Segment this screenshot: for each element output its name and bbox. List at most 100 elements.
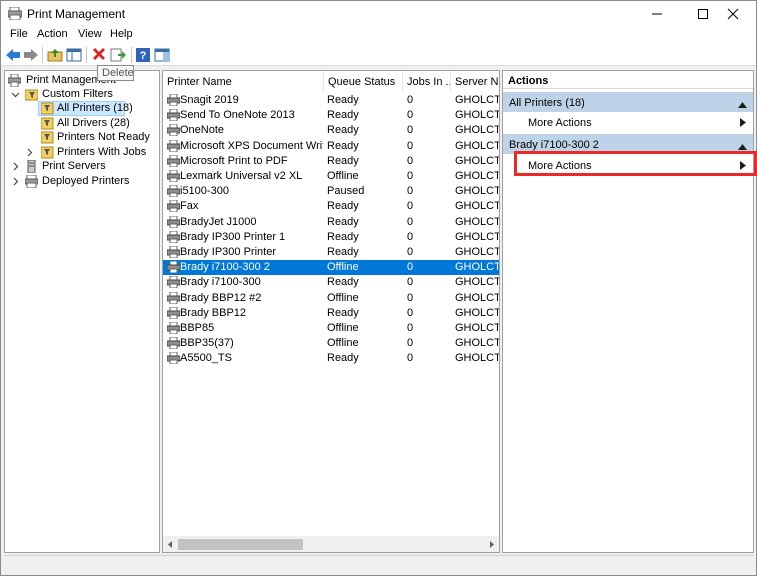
tree-item-label: All Drivers (28) bbox=[57, 117, 130, 129]
cell-server-name: GHOLCTD bbox=[455, 185, 499, 198]
table-row[interactable]: Brady i7100-300 2 Offline 0 GHOLCTD bbox=[163, 260, 499, 276]
cell-queue-status: Ready bbox=[327, 154, 359, 167]
table-row[interactable]: Lexmark Universal v2 XL Offline 0 GHOLCTD bbox=[163, 169, 499, 184]
horizontal-scrollbar-thumb[interactable] bbox=[178, 539, 303, 550]
cell-queue-status: Ready bbox=[327, 352, 359, 365]
table-row[interactable]: OneNote Ready 0 GHOLCTD bbox=[163, 123, 499, 138]
tree-item-print-management[interactable]: Print Management bbox=[7, 73, 157, 88]
back-button[interactable] bbox=[4, 46, 22, 64]
cell-server-name: GHOLCTD bbox=[455, 215, 499, 228]
table-row[interactable]: Fax Ready 0 GHOLCTD bbox=[163, 199, 499, 214]
cell-printer-name: A5500_TS bbox=[180, 352, 232, 365]
cell-queue-status: Offline bbox=[327, 337, 359, 350]
more-actions-all-printers[interactable]: More Actions bbox=[503, 112, 753, 132]
table-row[interactable]: Brady IP300 Printer 1 Ready 0 GHOLCTD bbox=[163, 230, 499, 245]
tree-item-label: Deployed Printers bbox=[42, 175, 130, 187]
menu-file[interactable]: File bbox=[10, 28, 28, 40]
cell-queue-status: Paused bbox=[327, 185, 365, 198]
cell-server-name: GHOLCTD bbox=[455, 291, 499, 304]
delete-button[interactable] bbox=[90, 46, 108, 64]
cell-server-name: GHOLCTD bbox=[455, 200, 499, 213]
printer-icon bbox=[166, 291, 181, 305]
tree-item-label: Printers Not Ready bbox=[57, 131, 150, 143]
table-row[interactable]: Snagit 2019 Ready 0 GHOLCTD bbox=[163, 93, 499, 108]
cell-server-name: GHOLCTD bbox=[455, 94, 499, 106]
cell-printer-name: i5100-300 bbox=[180, 185, 229, 198]
menu-view[interactable]: View bbox=[78, 28, 102, 40]
cell-jobs-in-queue: 0 bbox=[407, 322, 414, 334]
submenu-arrow-icon bbox=[740, 118, 746, 130]
column-header-jobs-in-queue[interactable]: Jobs In ... bbox=[403, 71, 451, 92]
chevron-right-icon[interactable] bbox=[11, 177, 20, 186]
cell-queue-status: Ready bbox=[327, 215, 359, 228]
chevron-down-icon[interactable] bbox=[11, 90, 20, 99]
cell-queue-status: Offline bbox=[327, 291, 359, 304]
table-row[interactable]: Brady IP300 Printer Ready 0 GHOLCTD bbox=[163, 245, 499, 260]
tree-item-all-printers[interactable]: All Printers (18) bbox=[38, 101, 133, 116]
tree-item-print-servers[interactable]: Print Servers bbox=[11, 159, 157, 174]
table-row[interactable]: BBP85 Offline 0 GHOLCTD bbox=[163, 321, 499, 336]
printer-icon bbox=[166, 184, 181, 198]
cell-jobs-in-queue: 0 bbox=[407, 200, 414, 213]
scroll-right-icon[interactable] bbox=[488, 540, 496, 552]
table-row[interactable]: Brady BBP12 Ready 0 GHOLCTD bbox=[163, 306, 499, 321]
table-row[interactable]: Brady BBP12 #2 Offline 0 GHOLCTD bbox=[163, 291, 499, 306]
table-row[interactable]: Microsoft Print to PDF Ready 0 GHOLCTD bbox=[163, 154, 499, 169]
table-row[interactable]: i5100-300 Paused 0 GHOLCTD bbox=[163, 184, 499, 199]
horizontal-scrollbar[interactable] bbox=[163, 536, 499, 552]
show-hide-console-tree-button[interactable] bbox=[65, 46, 83, 64]
tree-item-printers-with-jobs[interactable]: Printers With Jobs bbox=[25, 145, 157, 160]
back-arrow-icon bbox=[6, 49, 20, 61]
close-button[interactable] bbox=[710, 1, 756, 27]
table-row[interactable]: BradyJet J1000 Ready 0 GHOLCTD bbox=[163, 215, 499, 230]
menu-help[interactable]: Help bbox=[110, 28, 133, 40]
actions-header: Actions bbox=[503, 71, 753, 89]
table-row[interactable]: Microsoft XPS Document Writer Ready 0 GHOLC… bbox=[163, 139, 499, 154]
forward-button[interactable] bbox=[22, 46, 40, 64]
tree-item-printers-not-ready[interactable]: Printers Not Ready bbox=[39, 130, 157, 145]
menu-action[interactable]: Action bbox=[37, 28, 68, 40]
table-row[interactable]: Brady i7100-300 Ready 0 GHOLCTD bbox=[163, 275, 499, 290]
actions-group-all-printers[interactable]: All Printers (18) bbox=[503, 92, 753, 112]
printer-icon bbox=[166, 108, 181, 122]
cell-queue-status: Offline bbox=[327, 170, 359, 182]
column-header-queue-status[interactable]: Queue Status bbox=[324, 71, 403, 92]
cell-server-name: GHOLCTD bbox=[455, 139, 499, 152]
chevron-right-icon[interactable] bbox=[11, 162, 20, 171]
chevron-right-icon[interactable] bbox=[25, 148, 34, 157]
cell-queue-status: Offline bbox=[327, 261, 359, 274]
minimize-button[interactable] bbox=[634, 1, 680, 27]
tree-item-custom-filters[interactable]: Custom Filters bbox=[11, 87, 159, 102]
column-header-printer-name[interactable]: Printer Name bbox=[163, 71, 324, 92]
toolbar: ? bbox=[1, 44, 756, 66]
table-row[interactable]: BBP35(37) Offline 0 GHOLCTD bbox=[163, 336, 499, 351]
server-icon bbox=[25, 159, 38, 174]
tree-item-deployed-printers[interactable]: Deployed Printers bbox=[11, 174, 157, 189]
deployed-printers-icon bbox=[24, 174, 39, 189]
delete-x-icon bbox=[93, 48, 105, 60]
table-row[interactable]: Send To OneNote 2013 Ready 0 GHOLCTD bbox=[163, 108, 499, 123]
show-hide-action-pane-button[interactable] bbox=[153, 46, 171, 64]
cell-printer-name: Brady i7100-300 bbox=[180, 276, 261, 289]
scroll-left-icon[interactable] bbox=[166, 540, 174, 552]
cell-server-name: GHOLCTD bbox=[455, 322, 499, 334]
cell-jobs-in-queue: 0 bbox=[407, 276, 414, 289]
printer-icon bbox=[166, 230, 181, 244]
highlight-box bbox=[514, 151, 757, 176]
column-header-server-name[interactable]: Server Nar bbox=[451, 71, 499, 92]
cell-jobs-in-queue: 0 bbox=[407, 230, 414, 243]
cell-printer-name: Send To OneNote 2013 bbox=[180, 109, 295, 122]
table-row[interactable]: A5500_TS Ready 0 GHOLCTD bbox=[163, 351, 499, 366]
cell-printer-name: Brady IP300 Printer 1 bbox=[180, 230, 286, 243]
printer-list: Printer Name Queue Status Jobs In ... Se… bbox=[162, 70, 500, 553]
tree-item-all-drivers[interactable]: All Drivers (28) bbox=[39, 116, 157, 131]
collapse-up-icon[interactable] bbox=[738, 99, 747, 111]
cell-jobs-in-queue: 0 bbox=[407, 109, 414, 122]
cell-jobs-in-queue: 0 bbox=[407, 352, 414, 365]
up-one-level-button[interactable] bbox=[46, 46, 64, 64]
cell-printer-name: Fax bbox=[180, 200, 199, 213]
export-list-button[interactable] bbox=[109, 46, 127, 64]
help-icon: ? bbox=[136, 48, 150, 62]
help-button[interactable]: ? bbox=[134, 46, 152, 64]
title-bar[interactable]: Print Management bbox=[1, 1, 756, 27]
